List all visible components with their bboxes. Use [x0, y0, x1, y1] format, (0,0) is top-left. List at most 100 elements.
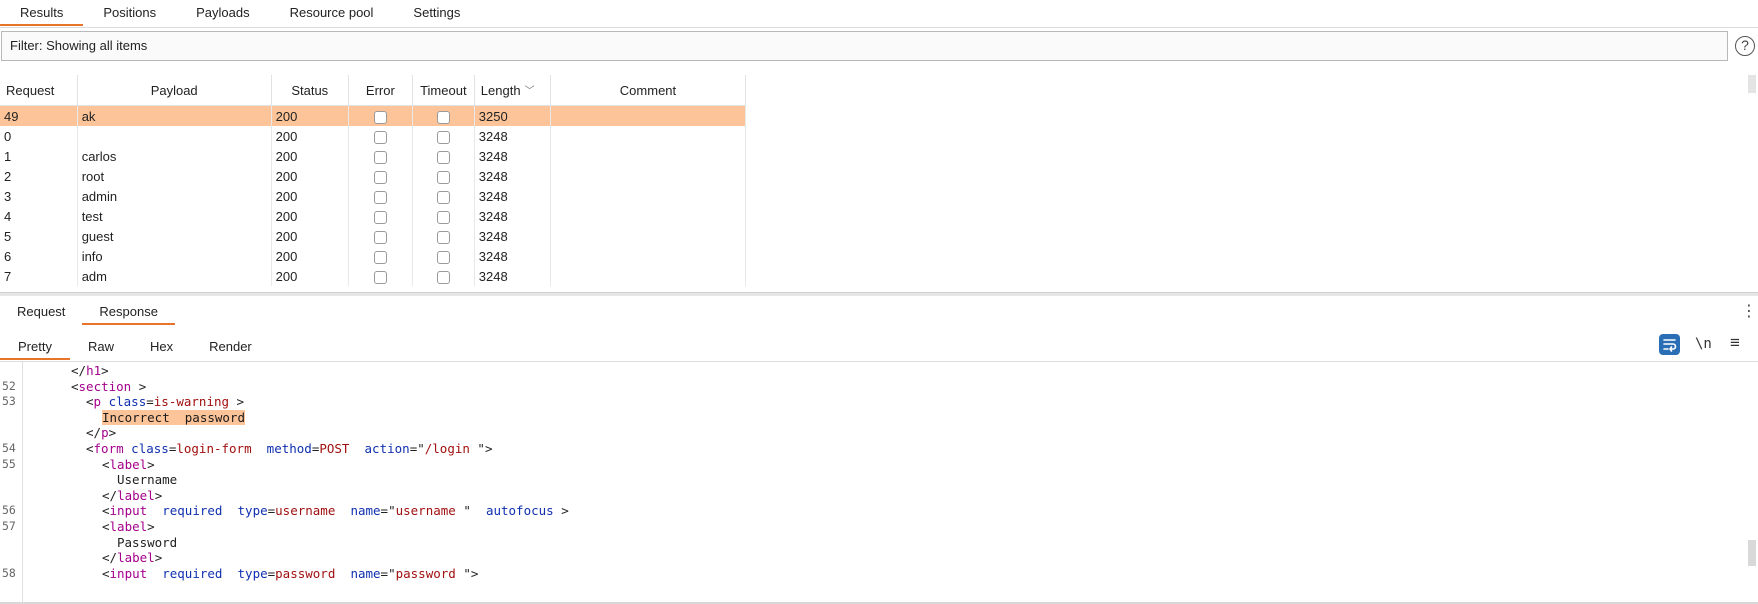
cell-status: 200 — [271, 226, 349, 246]
column-request[interactable]: Request — [0, 75, 78, 106]
cell-error — [348, 226, 413, 246]
table-row[interactable]: 5 guest 200 3248 — [0, 226, 747, 246]
error-checkbox — [373, 190, 387, 204]
tab-render[interactable]: Render — [191, 333, 270, 360]
show-newlines-icon[interactable]: \n — [1695, 336, 1712, 352]
code-token: < — [71, 379, 79, 394]
code-token: > — [147, 519, 155, 534]
code-token: is-warning — [153, 394, 230, 409]
cell-request: 3 — [0, 186, 78, 206]
code-token: =" — [409, 441, 425, 456]
column-error[interactable]: Error — [348, 75, 413, 106]
column-timeout[interactable]: Timeout — [412, 75, 475, 106]
tab-raw[interactable]: Raw — [70, 333, 132, 360]
column-status[interactable]: Status — [271, 75, 349, 106]
code-token: </ — [102, 550, 118, 565]
timeout-checkbox — [436, 190, 450, 204]
sort-descending-icon: ﹀ — [524, 85, 535, 97]
table-row[interactable]: 4 test 200 3248 — [0, 206, 747, 226]
code-line: </h1> — [0, 362, 1740, 379]
filter-label: Filter: Showing all items — [10, 38, 148, 53]
code-token: label — [117, 550, 155, 565]
cell-payload: admin — [77, 186, 272, 206]
cell-payload: carlos — [77, 146, 272, 166]
error-checkbox — [373, 170, 387, 184]
help-icon[interactable]: ? — [1735, 36, 1755, 56]
code-token: </ — [71, 363, 87, 378]
response-code-view[interactable]: </h1> 52 <section >53 <p class=is-warning >… — [0, 362, 1758, 604]
code-token: username — [275, 503, 336, 518]
code-token: POST — [319, 441, 350, 456]
code-scrollbar-thumb[interactable] — [1748, 540, 1756, 566]
code-line: 58 <input required type=password name="pa… — [0, 565, 1740, 582]
table-row[interactable]: 6 info 200 3248 — [0, 246, 747, 266]
line-number: 56 — [2, 503, 16, 517]
code-token: action — [364, 441, 410, 456]
filter-bar[interactable]: Filter: Showing all items — [1, 31, 1728, 61]
code-line: 56 <input required type=username name="us… — [0, 502, 1740, 519]
column-length[interactable]: Length ﹀ — [474, 75, 551, 106]
cell-payload: info — [77, 246, 272, 266]
table-row[interactable]: 2 root 200 3248 — [0, 166, 747, 186]
tab-hex[interactable]: Hex — [132, 333, 191, 360]
cell-length: 3248 — [474, 126, 551, 146]
table-row[interactable]: 0 200 3248 — [0, 126, 747, 146]
column-payload[interactable]: Payload — [77, 75, 272, 106]
line-number: 54 — [2, 441, 16, 455]
pane-splitter[interactable] — [0, 292, 1758, 296]
more-options-icon[interactable]: ⋮ — [1741, 302, 1757, 322]
timeout-checkbox — [436, 130, 450, 144]
search-highlight: Incorrect password — [102, 410, 245, 425]
tab-settings[interactable]: Settings — [393, 0, 480, 26]
table-row[interactable]: 49 ak 200 3250 — [0, 105, 747, 126]
column-comment[interactable]: Comment — [550, 75, 747, 106]
table-row[interactable]: 3 admin 200 3248 — [0, 186, 747, 206]
cell-length: 3248 — [474, 226, 551, 246]
code-token: = — [146, 394, 154, 409]
cell-comment — [550, 206, 747, 226]
wrap-lines-icon[interactable] — [1659, 334, 1680, 355]
code-token: < — [102, 519, 110, 534]
tab-results[interactable]: Results — [0, 0, 84, 26]
cell-error — [348, 146, 413, 166]
tab-response[interactable]: Response — [82, 299, 175, 325]
code-token: " — [455, 503, 486, 518]
code-token: > — [154, 488, 163, 503]
tab-request[interactable]: Request — [0, 299, 82, 325]
tab-positions[interactable]: Positions — [83, 0, 176, 26]
cell-comment — [550, 166, 747, 186]
tab-pretty[interactable]: Pretty — [0, 333, 70, 360]
cell-comment — [550, 186, 747, 206]
error-checkbox — [373, 230, 387, 244]
code-token: username — [395, 503, 456, 518]
code-line: </p> — [0, 424, 1740, 441]
cell-payload: root — [77, 166, 272, 186]
table-row[interactable]: 1 carlos 200 3248 — [0, 146, 747, 166]
timeout-checkbox — [436, 210, 450, 224]
column-length-label: Length — [480, 82, 521, 98]
cell-request: 1 — [0, 146, 78, 166]
code-token: Password — [117, 535, 178, 550]
line-number: 58 — [2, 566, 16, 580]
tab-payloads[interactable]: Payloads — [176, 0, 269, 26]
table-row[interactable]: 7 adm 200 3248 — [0, 266, 747, 286]
error-checkbox — [373, 130, 387, 144]
code-token: name — [350, 566, 381, 581]
cell-timeout — [412, 105, 475, 126]
cell-request: 2 — [0, 166, 78, 186]
code-token: > — [154, 550, 163, 565]
cell-timeout — [412, 266, 475, 286]
code-token: p — [93, 394, 102, 409]
cell-length: 3248 — [474, 246, 551, 266]
code-token: input — [109, 503, 148, 518]
cell-request: 4 — [0, 206, 78, 226]
cell-request: 7 — [0, 266, 78, 286]
cell-error — [348, 186, 413, 206]
code-line: 54 <form class=login-form method=POST act… — [0, 440, 1740, 457]
menu-icon[interactable]: ≡ — [1730, 333, 1740, 353]
results-scrollbar[interactable] — [1748, 75, 1756, 93]
cell-error — [348, 166, 413, 186]
tab-resource-pool[interactable]: Resource pool — [270, 0, 394, 26]
code-token: =" — [380, 503, 396, 518]
